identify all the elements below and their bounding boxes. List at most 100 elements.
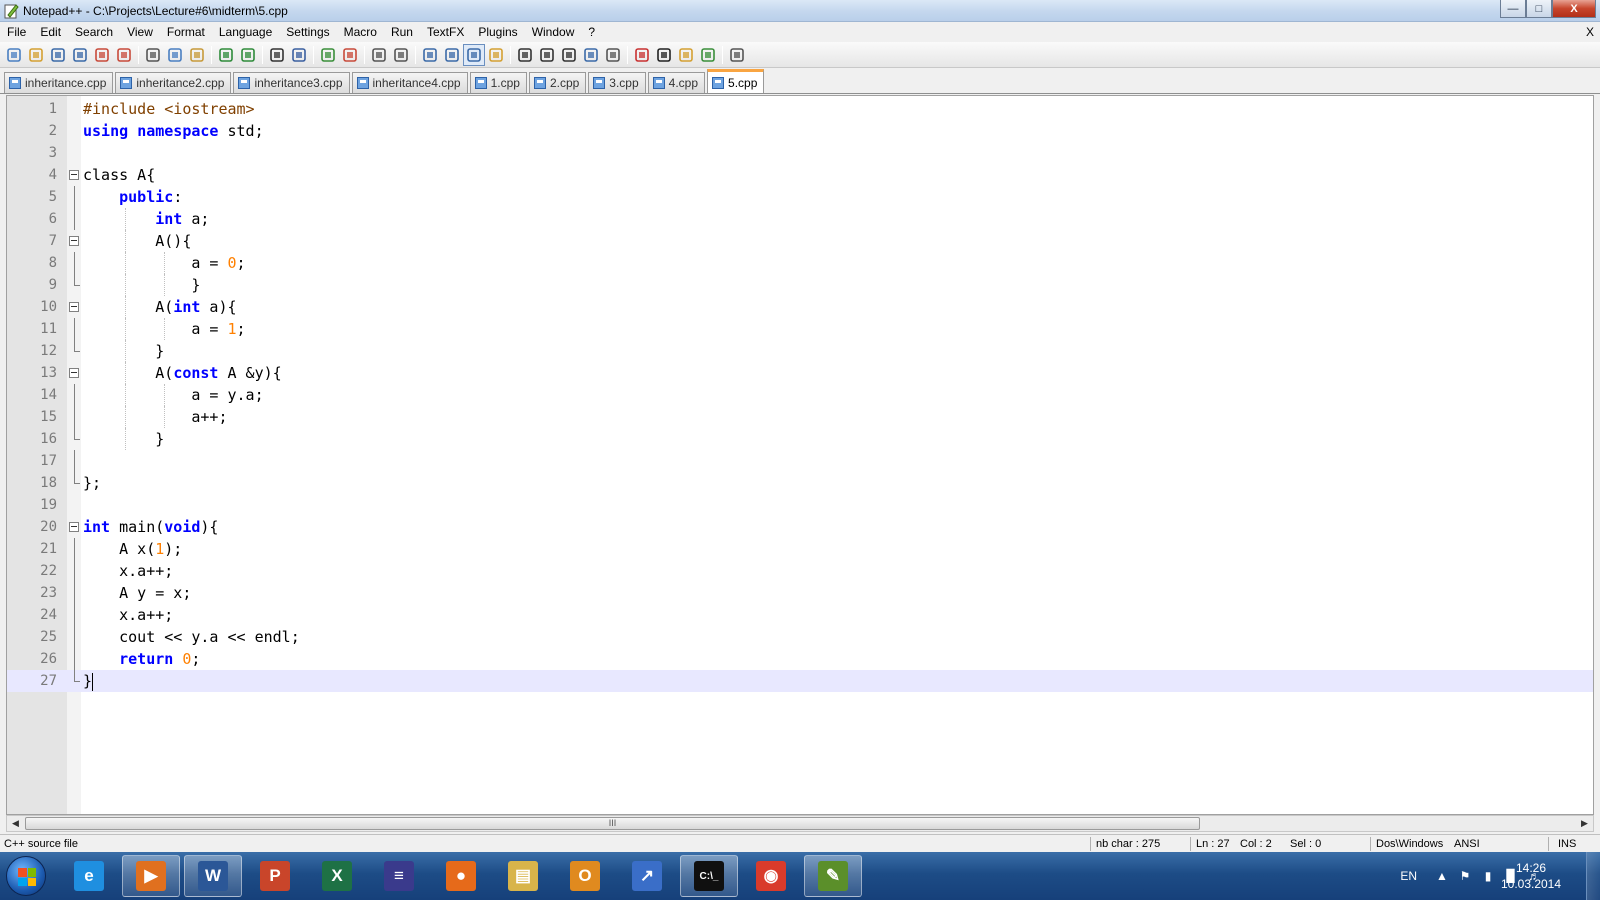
maximize-button[interactable]: □ xyxy=(1526,0,1552,18)
tab-5-cpp[interactable]: 5.cpp xyxy=(707,69,765,93)
menu-view[interactable]: View xyxy=(120,22,160,42)
code-line[interactable]: 7 A(){ xyxy=(7,230,1593,252)
code-line[interactable]: 3 xyxy=(7,142,1593,164)
show-hidden-icons-icon[interactable]: ▲ xyxy=(1435,869,1449,883)
tab-1-cpp[interactable]: 1.cpp xyxy=(469,72,527,93)
code-text[interactable]: }; xyxy=(83,472,101,494)
taskbar-word[interactable]: W xyxy=(184,855,242,897)
scrollbar-thumb[interactable]: III xyxy=(25,817,1200,830)
code-line[interactable]: 9 } xyxy=(7,274,1593,296)
code-line[interactable]: 13 A(const A &y){ xyxy=(7,362,1593,384)
show-all-chars-button[interactable] xyxy=(441,44,463,66)
code-text[interactable]: #include <iostream> xyxy=(83,98,255,120)
power-icon[interactable]: ▮ xyxy=(1481,869,1495,883)
code-text[interactable]: a = 1; xyxy=(83,318,245,340)
menu-help[interactable]: ? xyxy=(581,22,602,42)
taskbar-chrome[interactable]: ◉ xyxy=(742,855,800,897)
zoom-out-button[interactable] xyxy=(339,44,361,66)
code-text[interactable]: } xyxy=(83,274,200,296)
close-button[interactable] xyxy=(91,44,113,66)
close-button[interactable]: X xyxy=(1552,0,1596,18)
code-text[interactable]: A x(1); xyxy=(83,538,182,560)
fold-collapse-icon[interactable] xyxy=(69,236,79,246)
menu-settings[interactable]: Settings xyxy=(279,22,336,42)
menu-search[interactable]: Search xyxy=(68,22,120,42)
scroll-right-arrow-icon[interactable]: ▶ xyxy=(1576,816,1593,831)
save-macro-button[interactable] xyxy=(602,44,624,66)
tab-4-cpp[interactable]: 4.cpp xyxy=(647,72,706,93)
code-text[interactable]: a = y.a; xyxy=(83,384,263,406)
code-line[interactable]: 17 xyxy=(7,450,1593,472)
menu-run[interactable]: Run xyxy=(384,22,420,42)
code-text[interactable]: a++; xyxy=(83,406,227,428)
code-line[interactable]: 12 } xyxy=(7,340,1593,362)
code-line[interactable]: 15 a++; xyxy=(7,406,1593,428)
play-macro-button[interactable] xyxy=(558,44,580,66)
menu-macro[interactable]: Macro xyxy=(337,22,384,42)
code-text[interactable]: } xyxy=(83,428,164,450)
code-text[interactable]: x.a++; xyxy=(83,560,173,582)
code-text[interactable]: } xyxy=(83,670,94,692)
tab-inheritance-cpp[interactable]: inheritance.cpp xyxy=(4,72,114,93)
code-line[interactable]: 4 class A{ xyxy=(7,164,1593,186)
code-line[interactable]: 2 using namespace std; xyxy=(7,120,1593,142)
sync-vertical-button[interactable] xyxy=(368,44,390,66)
taskbar-internet-explorer[interactable]: e xyxy=(60,855,118,897)
action-center-flag-icon[interactable]: ⚑ xyxy=(1458,869,1472,883)
code-text[interactable]: class A{ xyxy=(83,164,155,186)
taskbar-powerpoint[interactable]: P xyxy=(246,855,304,897)
indent-guide-button[interactable] xyxy=(463,43,485,66)
redo-button[interactable] xyxy=(237,44,259,66)
sync-horizontal-button[interactable] xyxy=(390,44,412,66)
tab-inheritance4-cpp[interactable]: inheritance4.cpp xyxy=(351,72,468,93)
new-file-button[interactable] xyxy=(3,44,25,66)
word-wrap-button[interactable] xyxy=(419,44,441,66)
code-text[interactable]: return 0; xyxy=(83,648,200,670)
code-line[interactable]: 27} xyxy=(7,670,1593,692)
code-line[interactable]: 16 } xyxy=(7,428,1593,450)
code-line[interactable]: 10 A(int a){ xyxy=(7,296,1593,318)
stop-macro-button[interactable] xyxy=(536,44,558,66)
fold-collapse-icon[interactable] xyxy=(69,302,79,312)
taskbar-file-explorer[interactable]: ▤ xyxy=(494,855,552,897)
code-line[interactable]: 25 cout << y.a << endl; xyxy=(7,626,1593,648)
fold-collapse-icon[interactable] xyxy=(69,170,79,180)
code-text[interactable]: } xyxy=(83,340,164,362)
code-line[interactable]: 5 public: xyxy=(7,186,1593,208)
fold-collapse-icon[interactable] xyxy=(69,368,79,378)
close-all-button[interactable] xyxy=(113,44,135,66)
open-file-button[interactable] xyxy=(25,44,47,66)
tab-3-cpp[interactable]: 3.cpp xyxy=(588,72,646,93)
save-button[interactable] xyxy=(47,44,69,66)
language-indicator[interactable]: EN xyxy=(1400,869,1417,883)
code-line[interactable]: 22 x.a++; xyxy=(7,560,1593,582)
horizontal-scrollbar[interactable]: ◀ III ▶ xyxy=(6,815,1594,832)
menu-format[interactable]: Format xyxy=(160,22,212,42)
menu-window[interactable]: Window xyxy=(525,22,582,42)
code-line[interactable]: 20 int main(void){ xyxy=(7,516,1593,538)
taskbar-excel[interactable]: X xyxy=(308,855,366,897)
replace-button[interactable] xyxy=(288,44,310,66)
code-text[interactable]: x.a++; xyxy=(83,604,173,626)
menu-plugins[interactable]: Plugins xyxy=(471,22,524,42)
start-button[interactable] xyxy=(6,856,46,896)
taskbar-outlook[interactable]: O xyxy=(556,855,614,897)
spellcheck-button[interactable] xyxy=(697,44,719,66)
code-line[interactable]: 18}; xyxy=(7,472,1593,494)
undo-button[interactable] xyxy=(215,44,237,66)
taskbar-firefox[interactable]: ● xyxy=(432,855,490,897)
record-macro-button[interactable] xyxy=(514,44,536,66)
code-text[interactable]: public: xyxy=(83,186,182,208)
code-text[interactable]: A(){ xyxy=(83,230,191,252)
save-all-button[interactable] xyxy=(69,44,91,66)
taskbar-remote-desktop[interactable]: ↗ xyxy=(618,855,676,897)
run-macro-multiple-button[interactable] xyxy=(580,44,602,66)
code-line[interactable]: 14 a = y.a; xyxy=(7,384,1593,406)
zoom-in-button[interactable] xyxy=(317,44,339,66)
menu-file[interactable]: File xyxy=(0,22,33,42)
menu-edit[interactable]: Edit xyxy=(33,22,68,42)
scroll-left-arrow-icon[interactable]: ◀ xyxy=(7,816,24,831)
menu-textfx[interactable]: TextFX xyxy=(420,22,471,42)
code-text[interactable]: A(const A &y){ xyxy=(83,362,281,384)
minimize-button[interactable]: — xyxy=(1500,0,1526,18)
